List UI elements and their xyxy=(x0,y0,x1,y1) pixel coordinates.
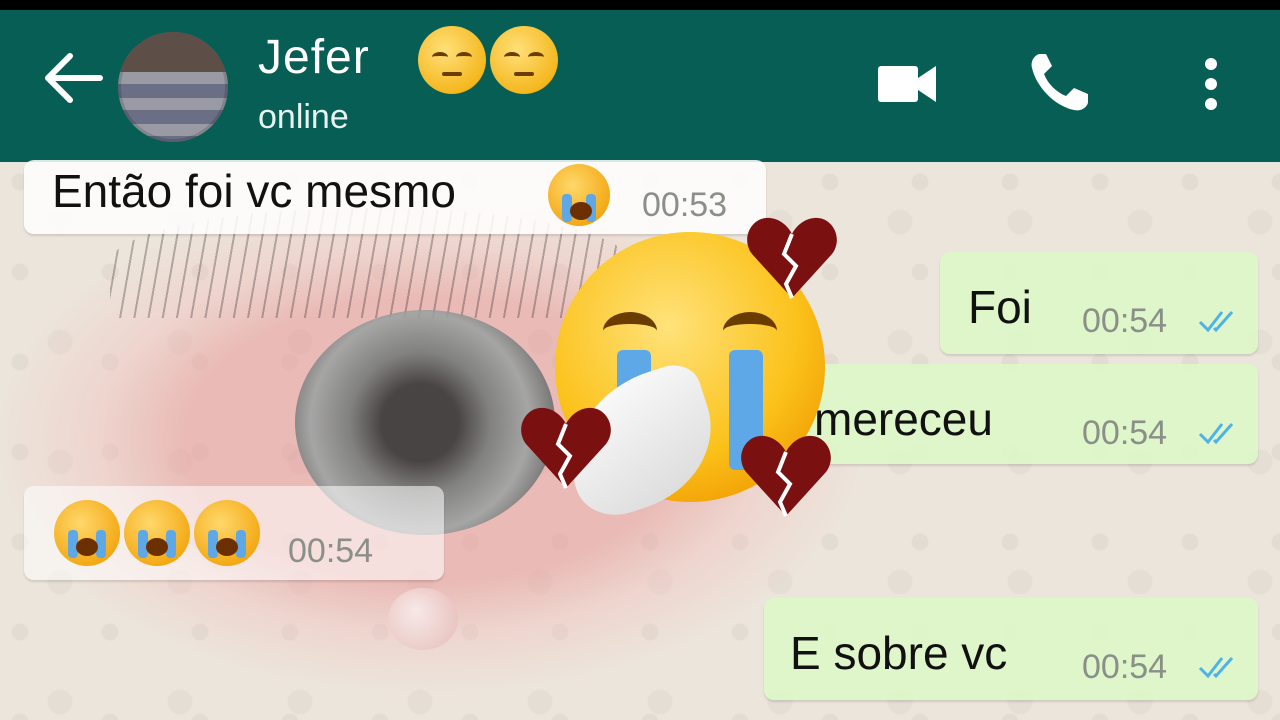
message-bubble-outgoing[interactable]: Foi 00:54 xyxy=(940,252,1258,354)
broken-heart-icon xyxy=(747,217,837,299)
video-call-icon[interactable] xyxy=(876,62,938,106)
message-bubble-incoming[interactable]: Então foi vc mesmo 00:53 xyxy=(24,160,766,234)
loudly-crying-face-icon xyxy=(124,500,190,566)
arrow-back-icon[interactable] xyxy=(40,50,104,106)
message-time: 00:54 xyxy=(1082,302,1168,340)
message-text: mereceu xyxy=(814,393,993,445)
read-ticks-icon xyxy=(1198,657,1234,679)
message-text: E sobre vc xyxy=(790,627,1008,679)
message-bubble-outgoing[interactable]: mereceu 00:54 xyxy=(780,364,1258,464)
contact-avatar[interactable] xyxy=(118,32,228,142)
message-text: Foi xyxy=(968,281,1032,333)
message-bubble-incoming[interactable]: 00:54 xyxy=(24,486,444,580)
voice-call-icon[interactable] xyxy=(1026,50,1090,116)
contact-name[interactable]: Jefer xyxy=(258,30,370,85)
chat-header: Jefer online xyxy=(0,10,1280,162)
read-ticks-icon xyxy=(1198,311,1234,333)
pensive-face-icon xyxy=(418,26,486,94)
message-time: 00:54 xyxy=(1082,414,1168,452)
broken-heart-icon xyxy=(741,435,831,517)
message-time: 00:53 xyxy=(642,186,728,224)
loudly-crying-face-icon xyxy=(194,500,260,566)
more-options-icon[interactable] xyxy=(1196,54,1226,114)
message-time: 00:54 xyxy=(1082,648,1168,686)
broken-heart-icon xyxy=(521,407,611,489)
contact-status: online xyxy=(258,98,349,136)
message-time: 00:54 xyxy=(288,532,374,570)
read-ticks-icon xyxy=(1198,423,1234,445)
message-bubble-outgoing[interactable]: E sobre vc 00:54 xyxy=(764,598,1258,700)
pensive-face-icon xyxy=(490,26,558,94)
status-bar-strip xyxy=(0,0,1280,10)
loudly-crying-face-icon xyxy=(54,500,120,566)
loudly-crying-face-icon xyxy=(548,164,610,226)
tear-drop-decoration xyxy=(388,588,458,650)
message-text: Então foi vc mesmo xyxy=(52,165,456,217)
